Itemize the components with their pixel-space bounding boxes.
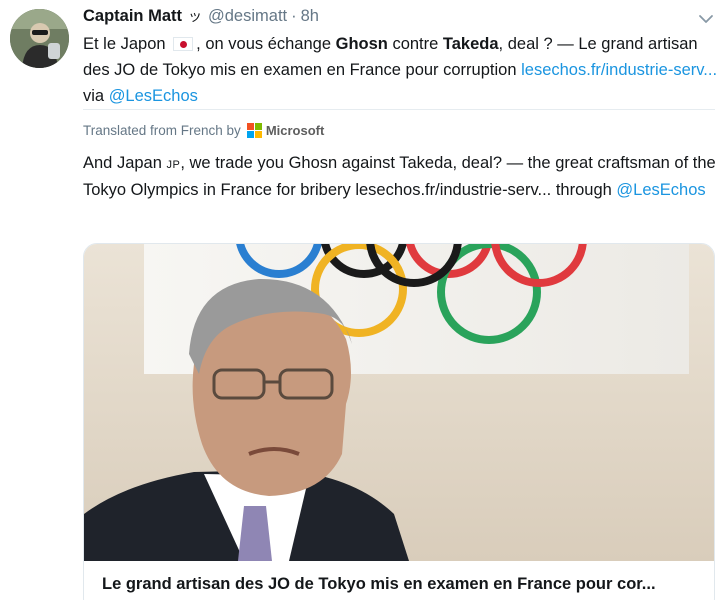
article-link[interactable]: lesechos.fr/industrie-serv... [521,61,717,79]
translated-mention-link[interactable]: @LesEchos [616,181,705,199]
translation-attribution: Translated from French by Microsoft [83,120,324,140]
tweet-text-part: , on vous échange [196,35,332,53]
card-title[interactable]: Le grand artisan des JO de Tokyo mis en … [102,575,702,594]
tweet-text: Et le Japon , on vous échange Ghosn cont… [83,31,718,109]
card-image [84,244,714,561]
translation-label: Translated from French by [83,122,241,138]
user-handle[interactable]: @desimatt [208,7,287,26]
flag-text: JP [166,159,181,171]
translated-text: And Japan JP, we trade you Ghosn against… [83,151,718,203]
tweet-text-bold: Ghosn [335,35,388,53]
separator-dot: · [291,7,297,25]
tweet-header: Captain Matt ッ @desimatt · 8h [83,6,319,28]
chevron-down-icon[interactable] [698,11,714,27]
timestamp[interactable]: 8h [301,7,319,26]
microsoft-logo-icon [246,122,262,138]
divider [83,109,715,110]
translation-provider: Microsoft [265,122,325,138]
tweet-text-part: contre [392,35,439,53]
tweet-text-bold: Takeda [442,35,499,53]
display-name[interactable]: Captain Matt [83,7,182,26]
japan-flag-icon [173,37,194,51]
avatar[interactable] [10,9,69,68]
translated-text-part: And Japan [83,154,162,172]
tweet-text-part: Et le Japon [83,35,166,53]
tweet-text-part: via [83,87,105,105]
name-badge: ッ [188,8,202,24]
mention-link[interactable]: @LesEchos [109,87,198,105]
link-card[interactable]: Le grand artisan des JO de Tokyo mis en … [83,243,715,600]
